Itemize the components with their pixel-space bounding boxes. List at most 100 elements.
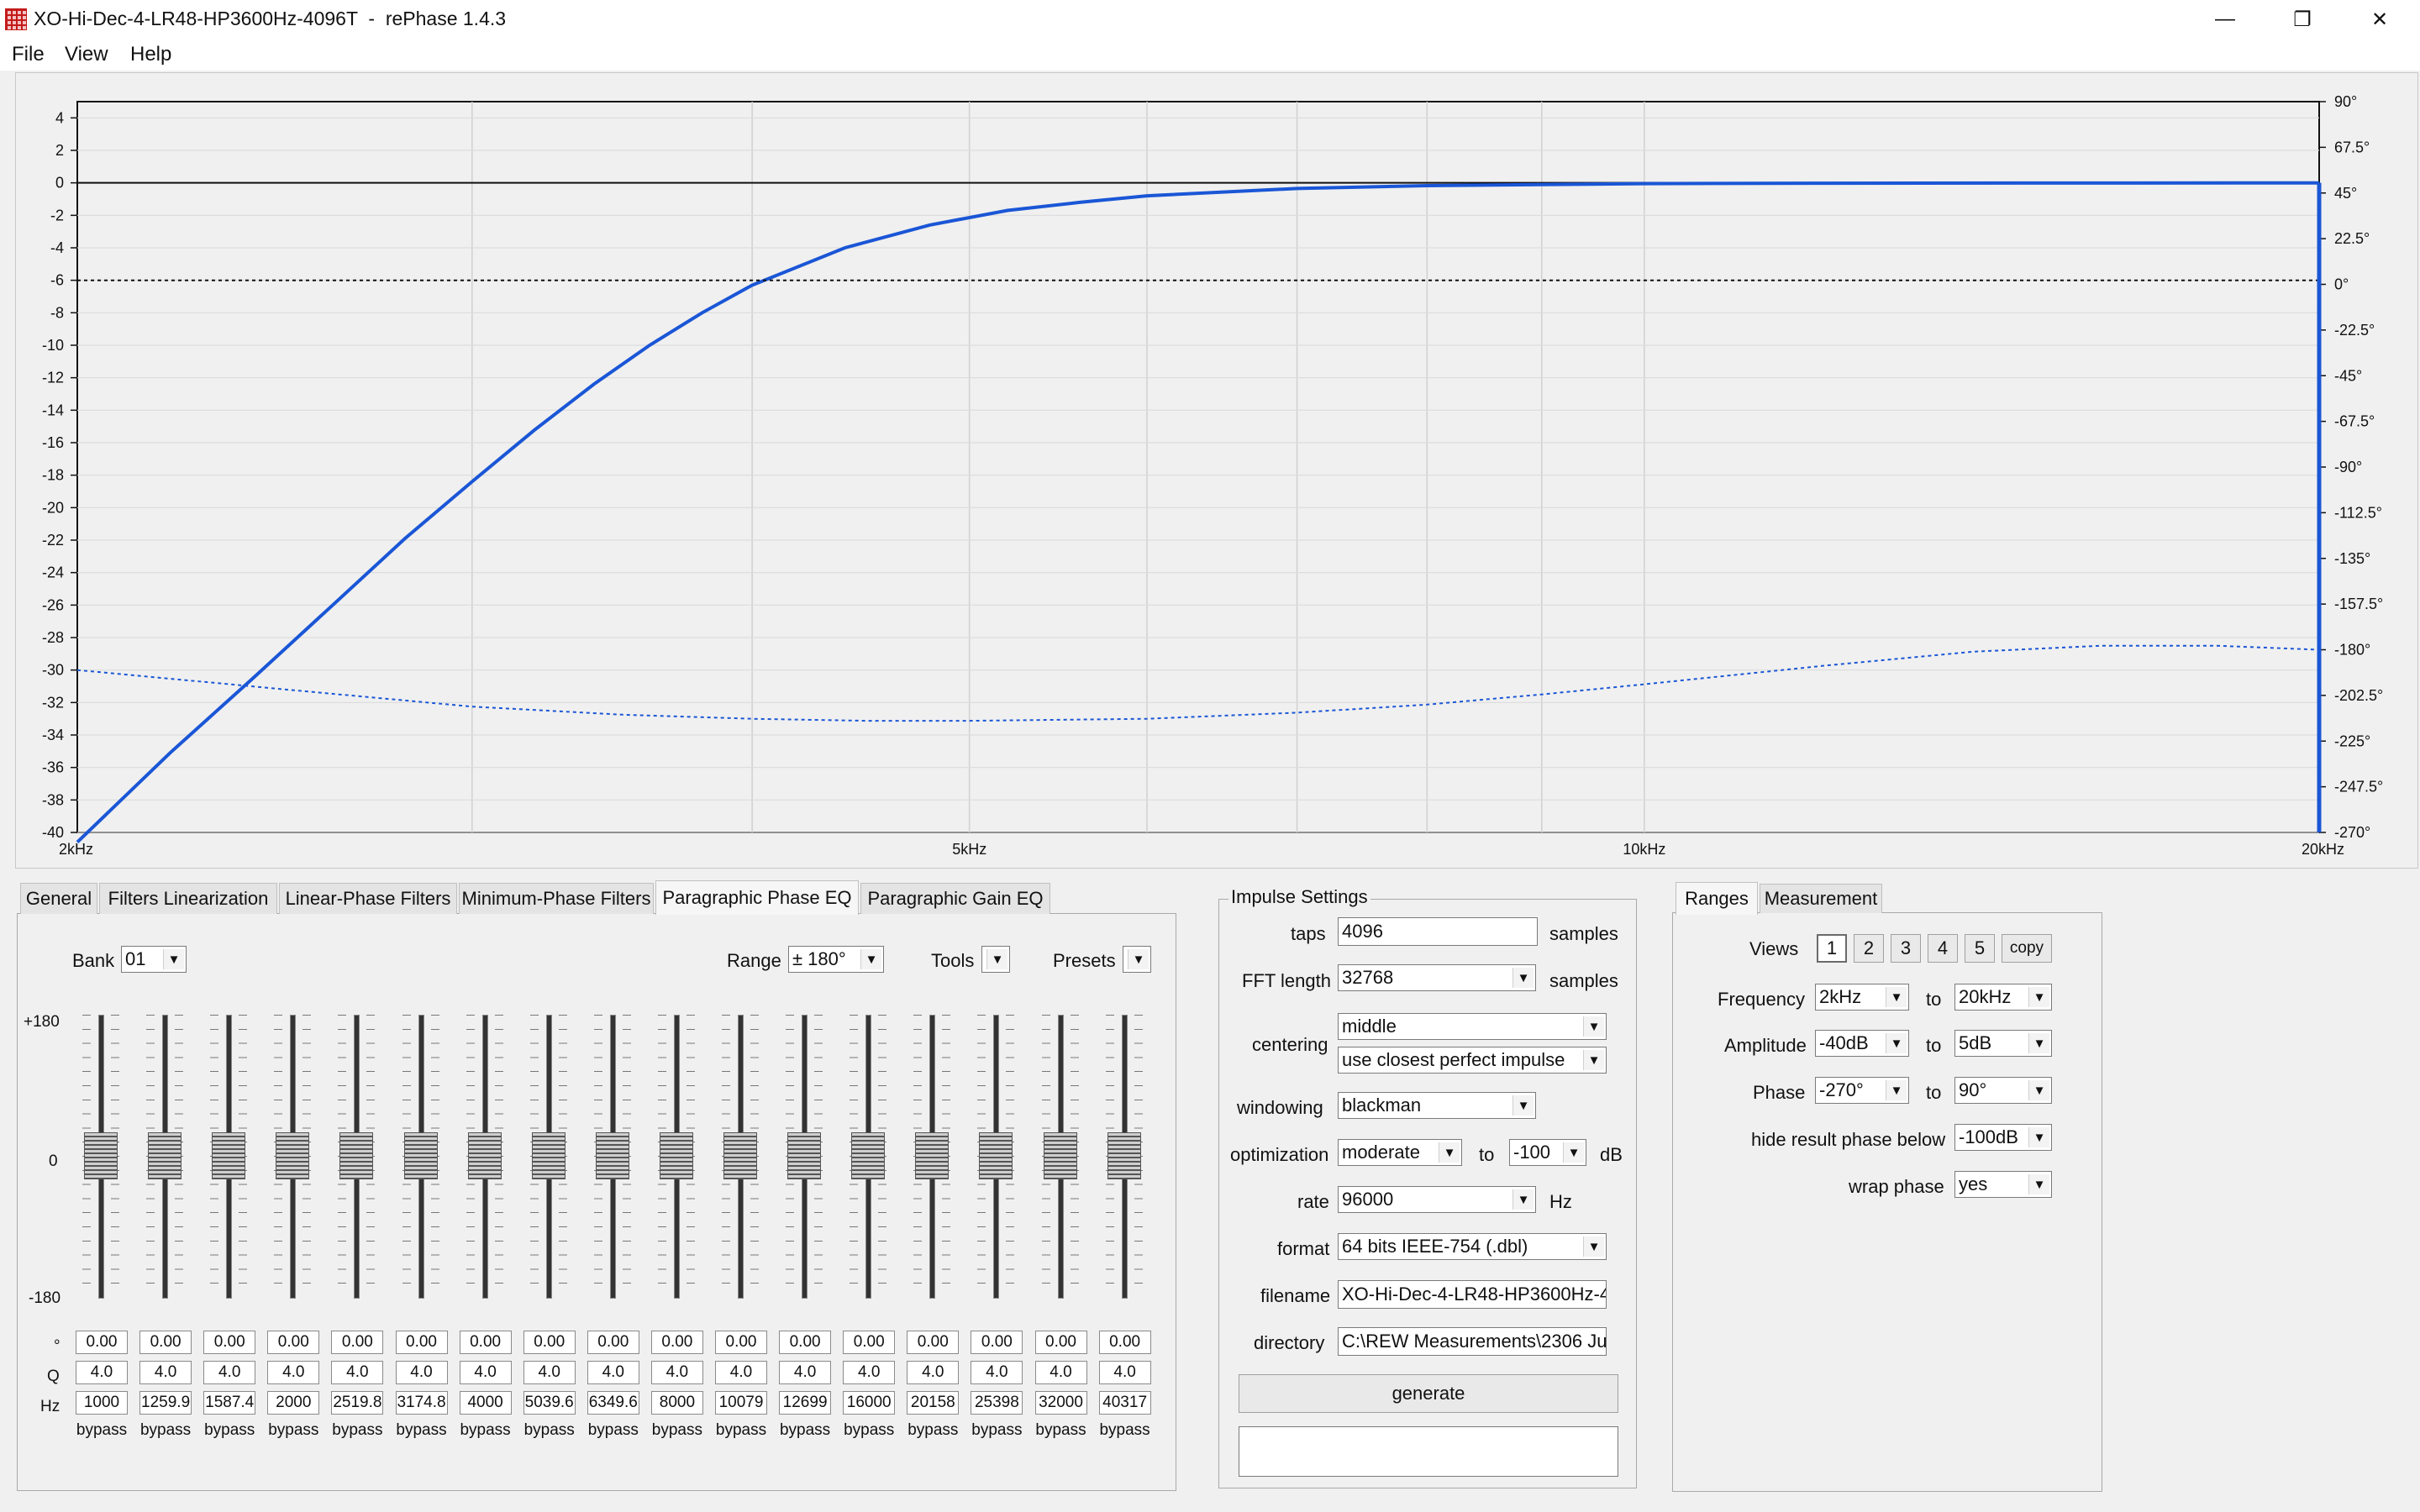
slider-thumb[interactable] (276, 1132, 310, 1179)
taps-input[interactable]: 4096 (1338, 917, 1538, 946)
tab-paragraphic-phase-eq[interactable]: Paragraphic Phase EQ (655, 880, 859, 915)
eq-hz-field[interactable]: 5039.6 (523, 1391, 576, 1415)
bypass-toggle[interactable]: bypass (136, 1421, 195, 1440)
slider-thumb[interactable] (915, 1132, 950, 1179)
slider-thumb[interactable] (84, 1132, 118, 1179)
eq-q-field[interactable]: 4.0 (139, 1361, 192, 1384)
bypass-toggle[interactable]: bypass (967, 1421, 1026, 1440)
eq-q-field[interactable]: 4.0 (907, 1361, 960, 1384)
view-5-button[interactable]: 5 (1965, 934, 1995, 963)
eq-q-field[interactable]: 4.0 (331, 1361, 384, 1384)
eq-q-field[interactable]: 4.0 (971, 1361, 1023, 1384)
eq-hz-field[interactable]: 12699 (779, 1391, 832, 1415)
view-3-button[interactable]: 3 (1891, 934, 1921, 963)
eq-deg-field[interactable]: 0.00 (331, 1331, 384, 1354)
eq-q-field[interactable]: 4.0 (76, 1361, 128, 1384)
eq-deg-field[interactable]: 0.00 (523, 1331, 576, 1354)
eq-hz-field[interactable]: 6349.6 (587, 1391, 639, 1415)
eq-hz-field[interactable]: 16000 (843, 1391, 896, 1415)
directory-input[interactable]: C:\REW Measurements\2306 June (1338, 1327, 1607, 1356)
format-select[interactable]: 64 bits IEEE-754 (.dbl) ▼ (1338, 1233, 1607, 1260)
hide-phase-select[interactable]: -100dB ▼ (1954, 1124, 2052, 1151)
slider-thumb[interactable] (787, 1132, 822, 1179)
bypass-toggle[interactable]: bypass (200, 1421, 259, 1440)
eq-q-field[interactable]: 4.0 (843, 1361, 896, 1384)
phase-to-select[interactable]: 90° ▼ (1954, 1077, 2052, 1104)
eq-deg-field[interactable]: 0.00 (587, 1331, 639, 1354)
eq-hz-field[interactable]: 25398 (971, 1391, 1023, 1415)
bypass-toggle[interactable]: bypass (1032, 1421, 1091, 1440)
maximize-button[interactable]: ❐ (2262, 0, 2343, 39)
eq-hz-field[interactable]: 1259.9 (139, 1391, 192, 1415)
eq-deg-field[interactable]: 0.00 (267, 1331, 320, 1354)
bypass-toggle[interactable]: bypass (776, 1421, 834, 1440)
slider-thumb[interactable] (659, 1132, 693, 1179)
tab-filters-linearization[interactable]: Filters Linearization (99, 883, 277, 914)
frequency-from-select[interactable]: 2kHz ▼ (1815, 984, 1909, 1011)
eq-hz-field[interactable]: 10079 (715, 1391, 767, 1415)
slider-thumb[interactable] (723, 1132, 757, 1179)
amplitude-from-select[interactable]: -40dB ▼ (1815, 1030, 1909, 1057)
slider-thumb[interactable] (851, 1132, 886, 1179)
tab-measurement[interactable]: Measurement (1760, 884, 1882, 913)
bypass-toggle[interactable]: bypass (839, 1421, 898, 1440)
tab-minimum-phase-filters[interactable]: Minimum-Phase Filters (459, 883, 654, 914)
bypass-toggle[interactable]: bypass (903, 1421, 962, 1440)
phase-from-select[interactable]: -270° ▼ (1815, 1077, 1909, 1104)
eq-q-field[interactable]: 4.0 (587, 1361, 639, 1384)
eq-q-field[interactable]: 4.0 (395, 1361, 448, 1384)
eq-deg-field[interactable]: 0.00 (907, 1331, 960, 1354)
views-copy-button[interactable]: copy (2002, 934, 2052, 963)
close-button[interactable]: ✕ (2339, 0, 2420, 39)
bypass-toggle[interactable]: bypass (456, 1421, 515, 1440)
centering-select[interactable]: middle ▼ (1338, 1013, 1607, 1040)
eq-hz-field[interactable]: 1000 (76, 1391, 128, 1415)
optimization-to-select[interactable]: -100 ▼ (1509, 1139, 1586, 1166)
slider-thumb[interactable] (979, 1132, 1013, 1179)
bypass-toggle[interactable]: bypass (648, 1421, 707, 1440)
eq-deg-field[interactable]: 0.00 (1034, 1331, 1087, 1354)
slider-thumb[interactable] (467, 1132, 502, 1179)
eq-hz-field[interactable]: 20158 (907, 1391, 960, 1415)
eq-deg-field[interactable]: 0.00 (459, 1331, 512, 1354)
tab-paragraphic-gain-eq[interactable]: Paragraphic Gain EQ (860, 883, 1050, 914)
eq-q-field[interactable]: 4.0 (779, 1361, 832, 1384)
eq-deg-field[interactable]: 0.00 (139, 1331, 192, 1354)
eq-deg-field[interactable]: 0.00 (971, 1331, 1023, 1354)
eq-q-field[interactable]: 4.0 (523, 1361, 576, 1384)
bypass-toggle[interactable]: bypass (584, 1421, 643, 1440)
eq-deg-field[interactable]: 0.00 (715, 1331, 767, 1354)
bypass-toggle[interactable]: bypass (392, 1421, 451, 1440)
centering-mode-select[interactable]: use closest perfect impulse ▼ (1338, 1047, 1607, 1074)
eq-q-field[interactable]: 4.0 (267, 1361, 320, 1384)
view-1-button[interactable]: 1 (1817, 934, 1847, 963)
eq-hz-field[interactable]: 2000 (267, 1391, 320, 1415)
eq-deg-field[interactable]: 0.00 (843, 1331, 896, 1354)
bank-select[interactable]: 01 ▼ (121, 946, 187, 973)
eq-q-field[interactable]: 4.0 (203, 1361, 256, 1384)
bypass-toggle[interactable]: bypass (520, 1421, 579, 1440)
windowing-select[interactable]: blackman ▼ (1338, 1092, 1536, 1119)
slider-thumb[interactable] (1107, 1132, 1141, 1179)
slider-thumb[interactable] (148, 1132, 182, 1179)
eq-deg-field[interactable]: 0.00 (779, 1331, 832, 1354)
tools-dropdown[interactable]: ▼ (981, 946, 1010, 973)
frequency-to-select[interactable]: 20kHz ▼ (1954, 984, 2052, 1011)
amplitude-to-select[interactable]: 5dB ▼ (1954, 1030, 2052, 1057)
slider-thumb[interactable] (531, 1132, 566, 1179)
eq-q-field[interactable]: 4.0 (715, 1361, 767, 1384)
eq-hz-field[interactable]: 1587.4 (203, 1391, 256, 1415)
slider-thumb[interactable] (595, 1132, 629, 1179)
slider-thumb[interactable] (212, 1132, 246, 1179)
eq-hz-field[interactable]: 3174.8 (395, 1391, 448, 1415)
eq-deg-field[interactable]: 0.00 (650, 1331, 703, 1354)
eq-deg-field[interactable]: 0.00 (1098, 1331, 1151, 1354)
fft-length-select[interactable]: 32768 ▼ (1338, 964, 1536, 991)
eq-deg-field[interactable]: 0.00 (203, 1331, 256, 1354)
generate-button[interactable]: generate (1239, 1374, 1618, 1413)
menu-file[interactable]: File (12, 43, 45, 66)
slider-thumb[interactable] (403, 1132, 438, 1179)
filename-input[interactable]: XO-Hi-Dec-4-LR48-HP3600Hz-4096T (1338, 1280, 1607, 1309)
bypass-toggle[interactable]: bypass (264, 1421, 323, 1440)
bypass-toggle[interactable]: bypass (712, 1421, 771, 1440)
